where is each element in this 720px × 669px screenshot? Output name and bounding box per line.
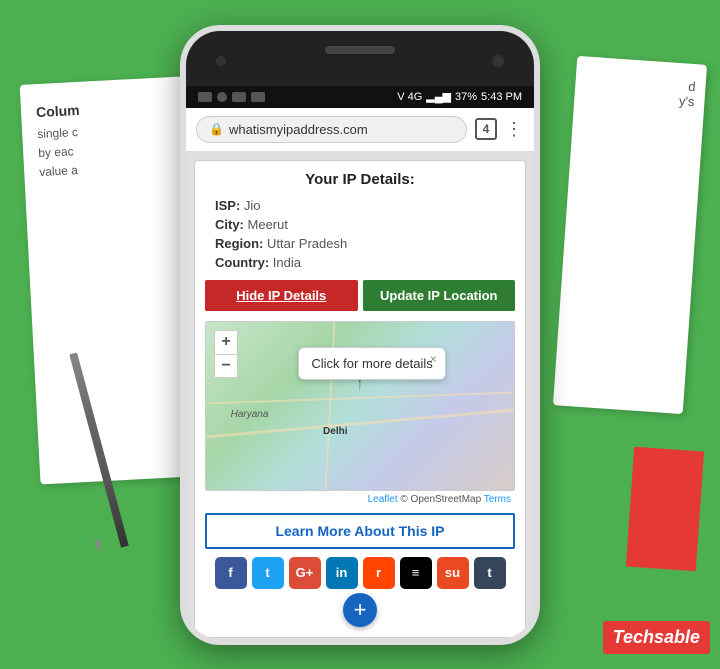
region-value: Uttar Pradesh [267, 236, 347, 251]
carrier-text: V 4G [397, 91, 422, 103]
learn-more-button[interactable]: Learn More About This IP [205, 513, 515, 549]
map-label-haryana: Haryana [231, 409, 269, 420]
leaflet-link[interactable]: Leaflet [368, 494, 398, 505]
map-zoom-controls: + − [214, 330, 238, 378]
paper-right-red-accent [626, 447, 704, 572]
status-icon-4 [251, 92, 265, 102]
map-popup-close-button[interactable]: × [430, 352, 437, 366]
status-icon-2 [217, 92, 227, 102]
signal-bars: ▂▄▆ [426, 90, 451, 103]
map-footer: Leaflet © OpenStreetMap Terms [205, 494, 515, 505]
tab-count[interactable]: 4 [475, 118, 497, 140]
region-label: Region: [215, 236, 263, 251]
map-popup-text: Click for more details [311, 356, 432, 371]
social-share-buttons: f t G+ in r ≡ su t [205, 557, 515, 589]
techsable-badge: Techsable [603, 621, 710, 654]
twitter-share-button[interactable]: t [252, 557, 284, 589]
reddit-share-button[interactable]: r [363, 557, 395, 589]
phone-top [186, 31, 534, 86]
battery-percent: 37% [455, 91, 477, 103]
front-camera-left [216, 56, 226, 66]
url-text: whatismyipaddress.com [229, 122, 368, 137]
lock-icon: 🔒 [209, 122, 224, 136]
phone: V 4G ▂▄▆ 37% 5:43 PM 🔒 whatismyipaddress… [180, 25, 540, 645]
city-row: City: Meerut [205, 217, 515, 232]
browser-menu-button[interactable]: ⋮ [505, 119, 524, 140]
phone-speaker [325, 46, 395, 54]
country-row: Country: India [205, 255, 515, 270]
linkedin-share-button[interactable]: in [326, 557, 358, 589]
fab-add-button[interactable]: + [343, 593, 377, 627]
action-buttons: Hide IP Details Update IP Location [205, 280, 515, 311]
isp-row: ISP: Jio [205, 198, 515, 213]
region-row: Region: Uttar Pradesh [205, 236, 515, 251]
status-bar: V 4G ▂▄▆ 37% 5:43 PM [186, 86, 534, 108]
hide-ip-button[interactable]: Hide IP Details [205, 280, 358, 311]
status-icon-3 [232, 92, 246, 102]
fab-container: + [205, 593, 515, 627]
city-label: City: [215, 217, 244, 232]
map-background: Haryana Delhi 📍 Click for more details ×… [206, 322, 514, 490]
isp-value: Jio [244, 198, 261, 213]
status-left-icons [198, 92, 265, 102]
zoom-out-button[interactable]: − [214, 354, 238, 378]
status-right: V 4G ▂▄▆ 37% 5:43 PM [397, 90, 522, 103]
ip-card-title: Your IP Details: [205, 171, 515, 188]
status-icon-1 [198, 92, 212, 102]
url-bar[interactable]: 🔒 whatismyipaddress.com [196, 116, 467, 143]
city-value: Meerut [248, 217, 288, 232]
paper-left-body: single c by eac value a [37, 117, 190, 182]
tumblr-share-button[interactable]: t [474, 557, 506, 589]
map-label-delhi: Delhi [323, 426, 347, 437]
phone-inner: V 4G ▂▄▆ 37% 5:43 PM 🔒 whatismyipaddress… [186, 86, 534, 645]
zoom-in-button[interactable]: + [214, 330, 238, 354]
osm-text: © OpenStreetMap [400, 494, 481, 505]
time: 5:43 PM [481, 91, 522, 103]
paper-right-text: d y's [584, 72, 696, 110]
page-content: Your IP Details: ISP: Jio City: Meerut R… [186, 152, 534, 645]
map-container[interactable]: Haryana Delhi 📍 Click for more details ×… [205, 321, 515, 491]
facebook-share-button[interactable]: f [215, 557, 247, 589]
update-ip-button[interactable]: Update IP Location [363, 280, 516, 311]
map-popup: Click for more details × [298, 347, 445, 380]
googleplus-share-button[interactable]: G+ [289, 557, 321, 589]
osm-terms-link[interactable]: Terms [484, 494, 511, 505]
country-value: India [273, 255, 301, 270]
paper-right: d y's [553, 56, 707, 414]
pen-tip [92, 539, 106, 556]
country-label: Country: [215, 255, 269, 270]
isp-label: ISP: [215, 198, 240, 213]
stumbleupon-share-button[interactable]: su [437, 557, 469, 589]
ip-card: Your IP Details: ISP: Jio City: Meerut R… [194, 160, 526, 638]
paper-left-title: Colum [36, 96, 187, 120]
map-road-h2 [206, 392, 514, 405]
stack-share-button[interactable]: ≡ [400, 557, 432, 589]
browser-bar: 🔒 whatismyipaddress.com 4 ⋮ [186, 108, 534, 152]
front-camera-right [492, 55, 504, 67]
